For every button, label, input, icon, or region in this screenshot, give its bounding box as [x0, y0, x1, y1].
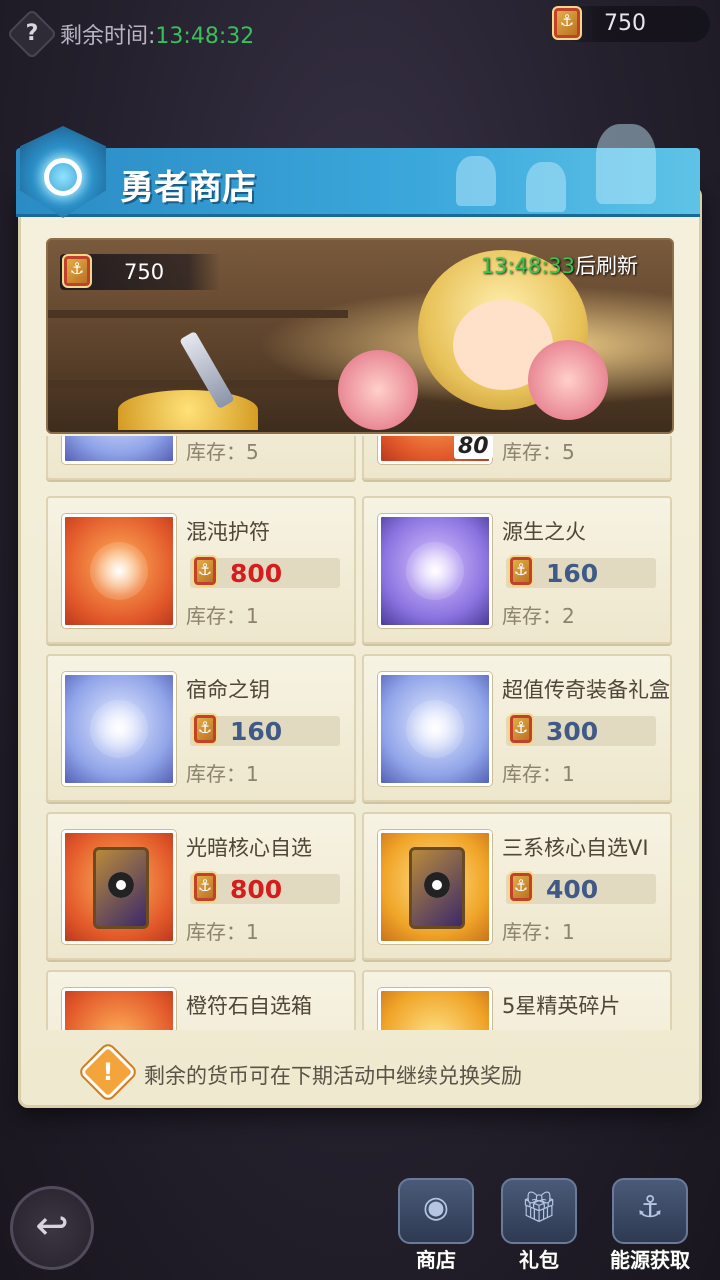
gift-icon: 🎁︎: [519, 1190, 559, 1225]
item-stock: 库存：5: [502, 440, 575, 464]
coin-icon: [508, 713, 534, 745]
item-price: 800: [230, 559, 283, 588]
shop-item-card[interactable]: 超值传奇装备礼盒 300 库存：1: [362, 654, 672, 802]
tri-core-icon: [378, 830, 492, 944]
item-name: 源生之火: [502, 520, 586, 544]
price-tag: 400: [506, 871, 656, 904]
item-name: 超值传奇装备礼盒: [502, 678, 670, 702]
title-banner: [16, 124, 700, 214]
shop-item-card[interactable]: 橙符石自选箱: [46, 970, 356, 1030]
remaining-time-value: 13:48:32: [155, 24, 255, 49]
item-stock: 库存：1: [186, 762, 259, 786]
price-tag: 160: [506, 555, 656, 588]
shop-item-list[interactable]: 库存：5 80 库存：5 混沌护符 800 库存：1 源生之火 160 库存：2…: [46, 436, 674, 1030]
silhouette-decoration: [456, 156, 496, 206]
shop-balance: 750: [60, 254, 220, 290]
item-name: 橙符石自选箱: [186, 994, 312, 1018]
price-tag: 800: [190, 555, 340, 588]
remaining-time: 剩余时间:13:48:32: [60, 18, 254, 50]
shop-item-card[interactable]: 80 库存：5: [362, 436, 672, 480]
origin-fire-icon: [378, 514, 492, 628]
orange-rune-box-icon: [62, 988, 176, 1030]
item-name: 5星精英碎片: [502, 994, 621, 1018]
item-price: 160: [230, 717, 283, 746]
scroll-item-icon: [62, 436, 176, 464]
item-name: 混沌护符: [186, 520, 270, 544]
warning-icon: !: [79, 1043, 137, 1101]
item-price: 160: [546, 559, 599, 588]
shop-item-card[interactable]: 5星精英碎片: [362, 970, 672, 1030]
coin-icon: [508, 871, 534, 903]
anchor-chest-icon: ⚓: [636, 1190, 664, 1225]
item-stock: 库存：1: [502, 762, 575, 786]
shop-balance-amount: 750: [124, 260, 165, 284]
help-button[interactable]: ?: [6, 8, 58, 60]
item-stock: 库存：1: [186, 920, 259, 944]
chaos-amulet-icon: [62, 514, 176, 628]
silhouette-decoration: [526, 162, 566, 212]
notice-text: 剩余的货币可在下期活动中继续兑换奖励: [144, 1064, 522, 1088]
price-tag: 300: [506, 713, 656, 746]
legendary-armor-icon: [378, 672, 492, 786]
shop-item-card[interactable]: 光暗核心自选 800 库存：1: [46, 812, 356, 960]
coin-icon: [192, 555, 218, 587]
item-name: 宿命之钥: [186, 678, 270, 702]
light-dark-core-icon: [62, 830, 176, 944]
coin-icon: [62, 254, 92, 288]
nav-shop-button[interactable]: ◉ 商店: [386, 1172, 486, 1272]
fate-key-icon: [62, 672, 176, 786]
quantity-badge: 80: [454, 436, 493, 459]
gold-pile: [118, 390, 258, 430]
remaining-time-label: 剩余时间:: [60, 24, 156, 49]
price-tag: 800: [190, 871, 340, 904]
coin-icon: [192, 871, 218, 903]
shop-item-card[interactable]: 混沌护符 800 库存：1: [46, 496, 356, 644]
refresh-timer: 13:48:33后刷新: [481, 250, 638, 280]
back-button[interactable]: ↩: [10, 1186, 94, 1270]
price-tag: 160: [190, 713, 340, 746]
item-stock: 库存：5: [186, 440, 259, 464]
shop-item-card[interactable]: 宿命之钥 160 库存：1: [46, 654, 356, 802]
shop-icon: ◉: [422, 1190, 450, 1225]
shop-item-card[interactable]: 库存：5: [46, 436, 356, 480]
refresh-time: 13:48:33: [480, 254, 575, 278]
coin-icon: [508, 555, 534, 587]
item-price: 400: [546, 875, 599, 904]
coin-icon: [552, 6, 582, 40]
currency-notice: ! 剩余的货币可在下期活动中继续兑换奖励: [79, 1043, 678, 1101]
top-currency: 750: [552, 6, 710, 42]
coin-icon: [192, 713, 218, 745]
shop-item-card[interactable]: 三系核心自选VI 400 库存：1: [362, 812, 672, 960]
item-price: 300: [546, 717, 599, 746]
nav-shop-label: 商店: [416, 1248, 456, 1272]
item-stock: 库存：2: [502, 604, 575, 628]
elite-shard-icon: [378, 988, 492, 1030]
question-mark-icon: ?: [25, 21, 39, 46]
item-name: 三系核心自选VI: [502, 836, 649, 860]
refresh-suffix: 后刷新: [575, 254, 638, 278]
item-name: 光暗核心自选: [186, 836, 312, 860]
shop-title: 勇者商店: [120, 168, 256, 208]
item-price: 800: [230, 875, 283, 904]
back-arrow-icon: ↩: [35, 1203, 69, 1249]
top-bar: ? 剩余时间:13:48:32 750: [0, 0, 720, 70]
shop-item-card[interactable]: 源生之火 160 库存：2: [362, 496, 672, 644]
silhouette-decoration: [596, 124, 656, 204]
nav-energy-label: 能源获取: [610, 1248, 690, 1272]
nav-gift-button[interactable]: 🎁︎ 礼包: [489, 1172, 589, 1272]
top-currency-amount: 750: [604, 11, 646, 36]
item-stock: 库存：1: [502, 920, 575, 944]
nav-energy-button[interactable]: ⚓ 能源获取: [600, 1172, 700, 1272]
nav-gift-label: 礼包: [519, 1248, 559, 1272]
item-stock: 库存：1: [186, 604, 259, 628]
